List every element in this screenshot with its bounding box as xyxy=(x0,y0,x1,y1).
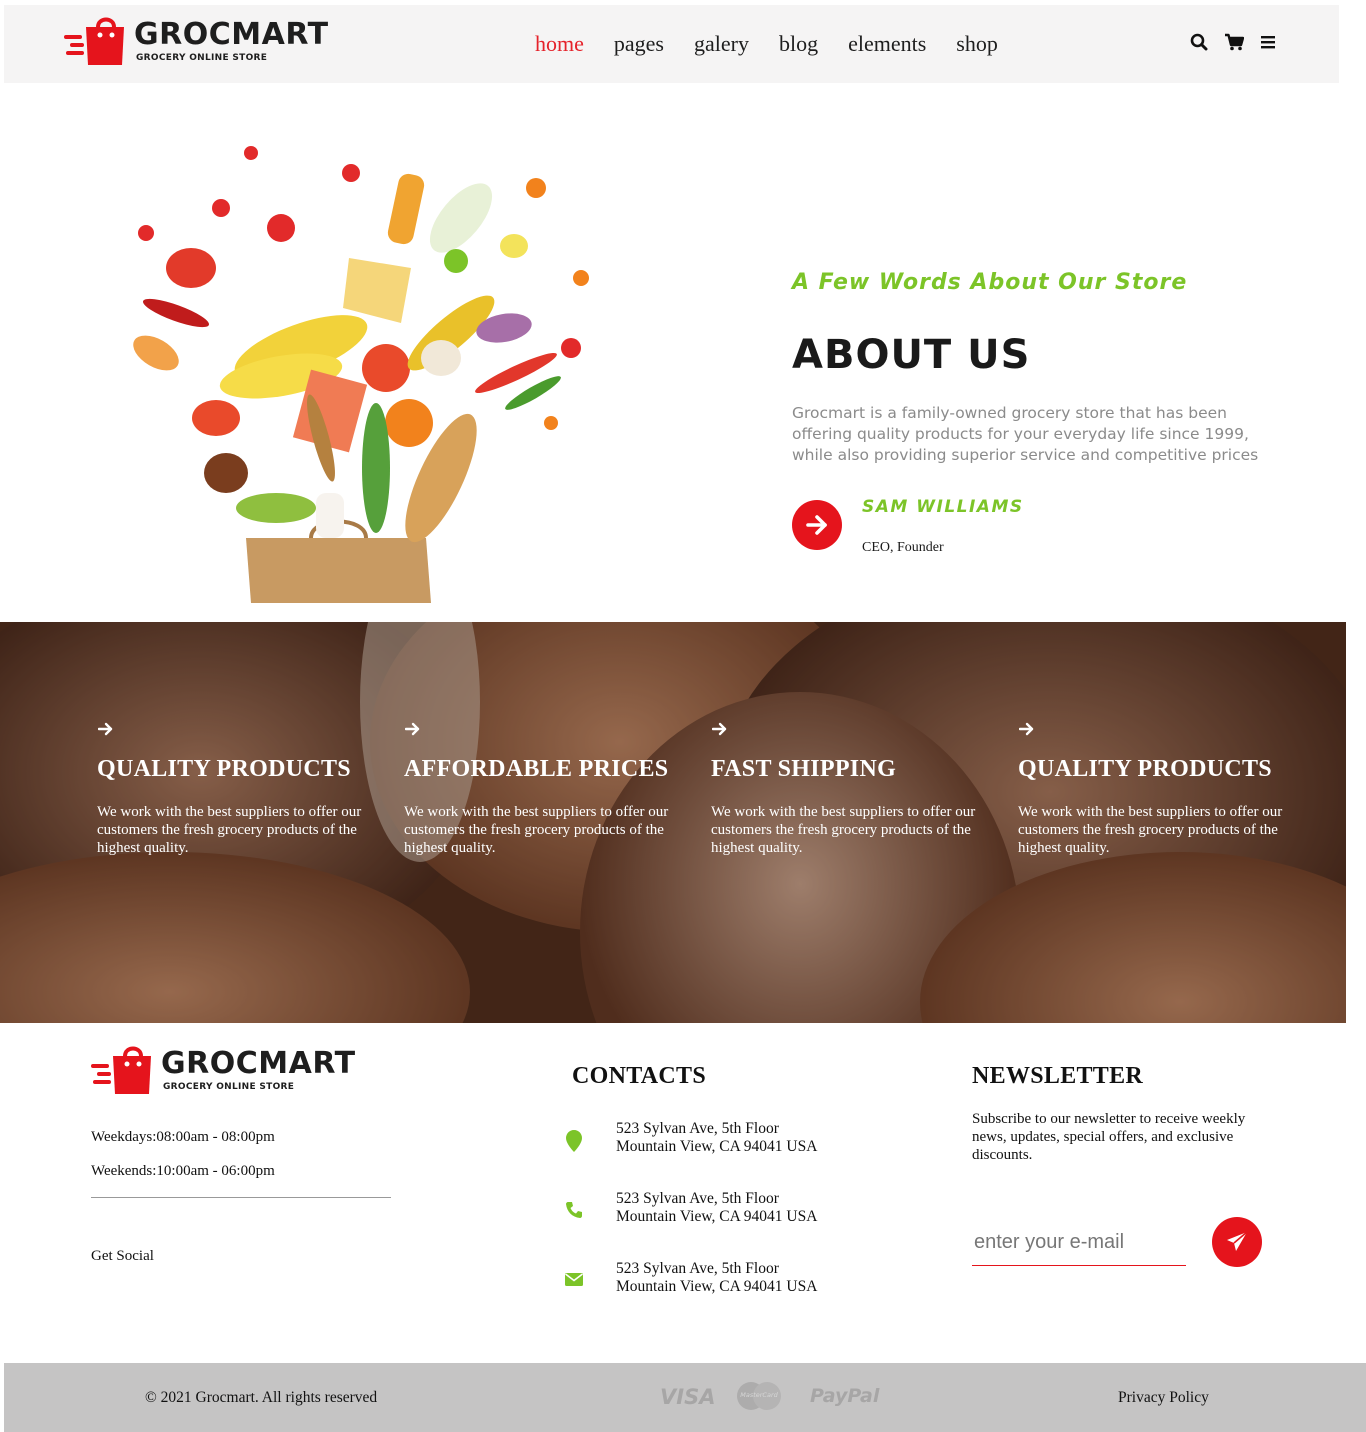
feature-text: We work with the best suppliers to offer… xyxy=(404,804,669,856)
nav-blog[interactable]: blog xyxy=(779,30,818,58)
header-actions xyxy=(1190,33,1277,51)
paypal-icon: PayPal xyxy=(810,1385,880,1407)
mastercard-icon: MasterCard xyxy=(735,1381,783,1411)
feature-title: QUALITY PRODUCTS xyxy=(1018,756,1272,782)
feature-prices: AFFORDABLE PRICES We work with the best … xyxy=(404,722,674,857)
contact-line-1: 523 Sylvan Ave, 5th Floor xyxy=(616,1190,779,1207)
privacy-policy-link[interactable]: Privacy Policy xyxy=(1118,1389,1209,1407)
weekday-hours: Weekdays:08:00am - 08:00pm xyxy=(91,1129,275,1145)
feature-text: We work with the best suppliers to offer… xyxy=(711,804,976,856)
brand-name: GROCMART xyxy=(134,16,329,52)
arrow-right-icon xyxy=(405,722,420,736)
main-nav: home pages galery blog elements shop xyxy=(535,30,998,58)
map-pin-icon xyxy=(563,1130,585,1152)
groceries-hero-image xyxy=(121,118,601,603)
about-more-button[interactable] xyxy=(792,500,842,550)
arrow-right-icon xyxy=(1019,722,1034,736)
mastercard-label: MasterCard xyxy=(740,1391,778,1399)
site-header: GROCMART GROCERY ONLINE STORE home pages… xyxy=(4,5,1339,83)
contact-address: 523 Sylvan Ave, 5th Floor Mountain View,… xyxy=(616,1120,817,1156)
arrow-right-icon xyxy=(712,722,727,736)
brand-name: GROCMART xyxy=(161,1045,356,1081)
shopping-bag-logo-icon xyxy=(91,1044,155,1096)
footer-divider xyxy=(91,1197,391,1198)
newsletter-submit-button[interactable] xyxy=(1212,1217,1262,1267)
weekend-hours: Weekends:10:00am - 06:00pm xyxy=(91,1163,275,1179)
nav-galery[interactable]: galery xyxy=(694,30,749,58)
newsletter-title: NEWSLETTER xyxy=(972,1063,1144,1089)
feature-title: FAST SHIPPING xyxy=(711,756,897,782)
contact-line-1: 523 Sylvan Ave, 5th Floor xyxy=(616,1260,779,1277)
nav-pages[interactable]: pages xyxy=(614,30,664,58)
brand-subtitle: GROCERY ONLINE STORE xyxy=(136,52,268,63)
features-banner: QUALITY PRODUCTS We work with the best s… xyxy=(0,622,1346,1023)
about-tagline: A Few Words About Our Store xyxy=(792,270,1188,295)
nav-shop[interactable]: shop xyxy=(956,30,998,58)
contact-phone: 523 Sylvan Ave, 5th Floor Mountain View,… xyxy=(616,1190,817,1226)
arrow-right-icon xyxy=(806,515,827,535)
copyright-text: © 2021 Grocmart. All rights reserved xyxy=(145,1389,378,1406)
footer-logo[interactable]: GROCMART GROCERY ONLINE STORE xyxy=(91,1044,356,1096)
shopping-bag-logo-icon xyxy=(64,15,128,67)
cart-icon[interactable] xyxy=(1225,33,1244,51)
menu-icon[interactable] xyxy=(1261,35,1277,49)
about-description: Grocmart is a family-owned grocery store… xyxy=(792,404,1259,464)
newsletter-description: Subscribe to our newsletter to receive w… xyxy=(972,1111,1246,1163)
contact-line-2: Mountain View, CA 94041 USA xyxy=(616,1208,818,1225)
feature-title: QUALITY PRODUCTS xyxy=(97,756,351,782)
visa-icon: VISA xyxy=(660,1385,716,1409)
contact-email: 523 Sylvan Ave, 5th Floor Mountain View,… xyxy=(616,1260,817,1296)
arrow-right-icon xyxy=(98,722,113,736)
brand-subtitle: GROCERY ONLINE STORE xyxy=(163,1081,295,1092)
feature-text: We work with the best suppliers to offer… xyxy=(1018,804,1283,856)
get-social-label: Get Social xyxy=(91,1248,154,1264)
about-title: ABOUT US xyxy=(792,332,1031,378)
feature-title: AFFORDABLE PRICES xyxy=(404,756,669,782)
feature-shipping: FAST SHIPPING We work with the best supp… xyxy=(711,722,981,857)
footer-bottom-bar: © 2021 Grocmart. All rights reserved VIS… xyxy=(4,1363,1366,1432)
phone-icon xyxy=(563,1199,585,1221)
site-logo[interactable]: GROCMART GROCERY ONLINE STORE xyxy=(64,15,329,67)
feature-quality: QUALITY PRODUCTS We work with the best s… xyxy=(97,722,367,857)
founder-name: SAM WILLIAMS xyxy=(862,497,1024,517)
contact-line-2: Mountain View, CA 94041 USA xyxy=(616,1138,818,1155)
search-icon[interactable] xyxy=(1190,33,1208,51)
feature-quality-2: QUALITY PRODUCTS We work with the best s… xyxy=(1018,722,1288,857)
nav-home[interactable]: home xyxy=(535,30,584,58)
feature-text: We work with the best suppliers to offer… xyxy=(97,804,362,856)
mail-icon xyxy=(563,1268,585,1290)
nav-elements[interactable]: elements xyxy=(848,30,926,58)
founder-role: CEO, Founder xyxy=(862,540,944,555)
contacts-title: CONTACTS xyxy=(572,1063,706,1089)
newsletter-email-input[interactable] xyxy=(972,1220,1186,1266)
contact-line-1: 523 Sylvan Ave, 5th Floor xyxy=(616,1120,779,1137)
contact-line-2: Mountain View, CA 94041 USA xyxy=(616,1278,818,1295)
paper-plane-icon xyxy=(1227,1231,1248,1251)
